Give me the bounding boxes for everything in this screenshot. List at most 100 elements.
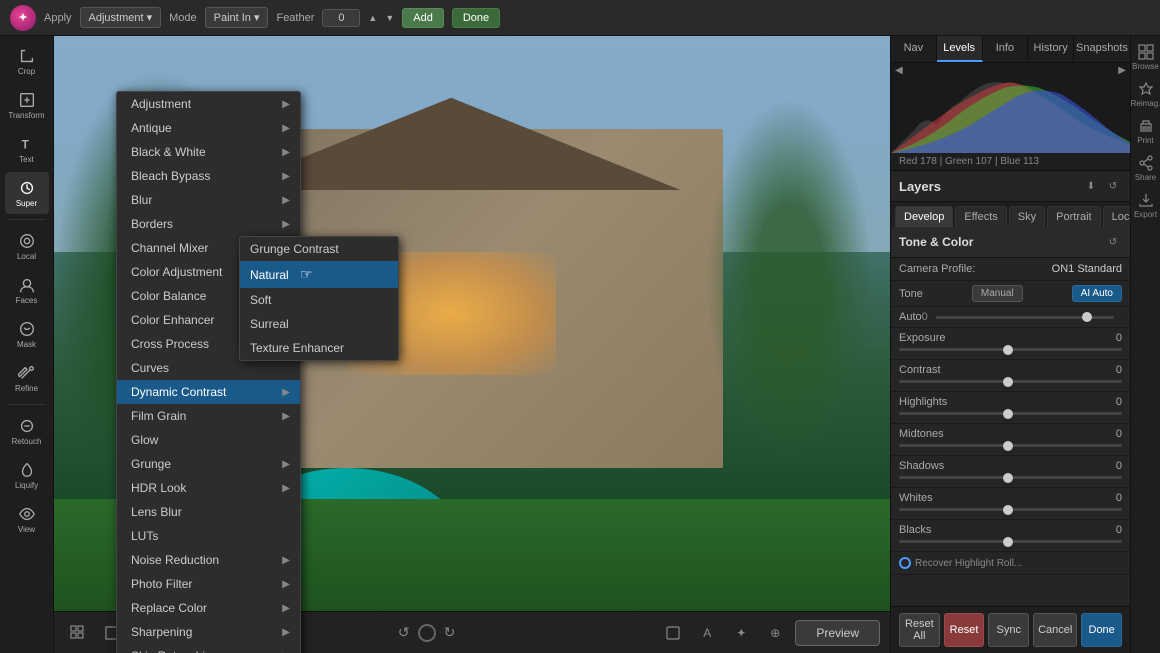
cancel-button[interactable]: Cancel xyxy=(1033,613,1077,647)
tool-refine[interactable]: Refine xyxy=(5,357,49,399)
tool-crop[interactable]: Crop xyxy=(5,40,49,82)
blacks-thumb[interactable] xyxy=(1003,537,1013,547)
blacks-slider[interactable] xyxy=(899,540,1122,543)
whites-thumb[interactable] xyxy=(1003,505,1013,515)
auto-row: Auto 0 xyxy=(891,307,1130,328)
menu-item-dynamic-contrast[interactable]: Dynamic Contrast ▶ xyxy=(117,380,300,404)
bottom-star-btn[interactable]: ✦ xyxy=(727,619,755,647)
bottom-brush-btn[interactable]: ⊕ xyxy=(761,619,789,647)
midtones-slider[interactable] xyxy=(899,444,1122,447)
tool-view[interactable]: View xyxy=(5,498,49,540)
tab-levels[interactable]: Levels xyxy=(937,36,983,62)
submenu-soft[interactable]: Soft xyxy=(240,288,398,312)
submenu-surreal[interactable]: Surreal xyxy=(240,312,398,336)
submenu-grunge-contrast[interactable]: Grunge Contrast xyxy=(240,237,398,261)
layers-download-icon[interactable]: ⬇ xyxy=(1082,177,1100,195)
preview-button[interactable]: Preview xyxy=(795,620,880,646)
tab-nav[interactable]: Nav xyxy=(891,36,937,62)
menu-item-noise-reduction[interactable]: Noise Reduction ▶ xyxy=(117,548,300,572)
tab-snapshots[interactable]: Snapshots xyxy=(1074,36,1130,62)
undo-icon[interactable]: ↺ xyxy=(398,624,410,641)
menu-item-photo-filter[interactable]: Photo Filter ▶ xyxy=(117,572,300,596)
tool-text[interactable]: T Text xyxy=(5,128,49,170)
menu-item-black-white[interactable]: Black & White ▶ xyxy=(117,140,300,164)
auto-slider-thumb[interactable] xyxy=(1082,312,1092,322)
canvas-area[interactable]: Adjustment ▶ Antique ▶ Black & White ▶ B… xyxy=(54,36,890,653)
contrast-thumb[interactable] xyxy=(1003,377,1013,387)
main-area: Crop Transform T Text Super xyxy=(0,36,1160,653)
tab-develop[interactable]: Develop xyxy=(895,206,953,227)
whites-slider[interactable] xyxy=(899,508,1122,511)
browse-action-btn[interactable]: Browse xyxy=(1133,40,1159,75)
submenu-natural[interactable]: Natural ☞ xyxy=(240,261,398,288)
highlights-thumb[interactable] xyxy=(1003,409,1013,419)
tool-mask[interactable]: Mask xyxy=(5,313,49,355)
manual-button[interactable]: Manual xyxy=(972,285,1023,302)
tone-section-header[interactable]: Tone & Color ↺ xyxy=(891,227,1130,258)
tab-local[interactable]: Local xyxy=(1103,206,1130,227)
layers-refresh-icon[interactable]: ↺ xyxy=(1104,177,1122,195)
sync-button[interactable]: Sync xyxy=(988,613,1029,647)
recover-highlight-toggle[interactable] xyxy=(899,557,911,569)
reset-all-button[interactable]: Reset All xyxy=(899,613,940,647)
export-action-btn[interactable]: Export xyxy=(1133,188,1159,223)
menu-item-hdr-look[interactable]: HDR Look ▶ xyxy=(117,476,300,500)
done-button[interactable]: Done xyxy=(452,8,500,28)
menu-item-borders[interactable]: Borders ▶ xyxy=(117,212,300,236)
tab-sky[interactable]: Sky xyxy=(1009,206,1045,227)
dynamic-contrast-submenu[interactable]: Grunge Contrast Natural ☞ Soft Surreal T… xyxy=(239,236,399,361)
menu-item-luts[interactable]: LUTs xyxy=(117,524,300,548)
ai-auto-button[interactable]: AI Auto xyxy=(1072,285,1122,302)
context-menu[interactable]: Adjustment ▶ Antique ▶ Black & White ▶ B… xyxy=(116,91,301,653)
tool-retouch[interactable]: Retouch xyxy=(5,410,49,452)
shadows-thumb[interactable] xyxy=(1003,473,1013,483)
tab-info[interactable]: Info xyxy=(983,36,1029,62)
feather-input[interactable] xyxy=(322,9,360,27)
highlights-slider[interactable] xyxy=(899,412,1122,415)
reset-button[interactable]: Reset xyxy=(944,613,985,647)
menu-item-blur[interactable]: Blur ▶ xyxy=(117,188,300,212)
redo-icon[interactable]: ↻ xyxy=(444,624,456,641)
bottom-mask-btn[interactable] xyxy=(659,619,687,647)
adjustment-dropdown[interactable]: Adjustment ▾ xyxy=(80,7,162,28)
shadows-slider[interactable] xyxy=(899,476,1122,479)
tab-history[interactable]: History xyxy=(1028,36,1074,62)
bottom-grid-btn[interactable] xyxy=(64,619,92,647)
menu-item-antique[interactable]: Antique ▶ xyxy=(117,116,300,140)
exposure-slider[interactable] xyxy=(899,348,1122,351)
canvas-center-dot[interactable] xyxy=(418,624,436,642)
paint-in-dropdown[interactable]: Paint In ▾ xyxy=(205,7,269,28)
menu-item-grunge[interactable]: Grunge ▶ xyxy=(117,452,300,476)
tool-transform[interactable]: Transform xyxy=(5,84,49,126)
print-action-btn[interactable]: Print xyxy=(1133,114,1159,149)
done-final-button[interactable]: Done xyxy=(1081,613,1122,647)
menu-item-bleach-bypass[interactable]: Bleach Bypass ▶ xyxy=(117,164,300,188)
feather-stepper-down[interactable]: ▼ xyxy=(385,13,394,23)
midtones-thumb[interactable] xyxy=(1003,441,1013,451)
submenu-texture-enhancer[interactable]: Texture Enhancer xyxy=(240,336,398,360)
reimagine-action-btn[interactable]: Reimag. xyxy=(1133,77,1159,112)
histogram-right-arrow[interactable]: ▶ xyxy=(1118,65,1126,76)
tool-liquify[interactable]: Liquify xyxy=(5,454,49,496)
menu-item-lens-blur[interactable]: Lens Blur xyxy=(117,500,300,524)
menu-item-skin-retouching[interactable]: Skin Retouching ▶ xyxy=(117,644,300,653)
tool-local[interactable]: Local xyxy=(5,225,49,267)
bottom-text-btn[interactable]: A xyxy=(693,619,721,647)
auto-slider[interactable] xyxy=(936,316,1114,319)
tab-effects[interactable]: Effects xyxy=(955,206,1006,227)
histogram-left-arrow[interactable]: ◀ xyxy=(895,65,903,76)
tone-reset-icon[interactable]: ↺ xyxy=(1104,233,1122,251)
add-button[interactable]: Add xyxy=(402,8,444,28)
menu-item-film-grain[interactable]: Film Grain ▶ xyxy=(117,404,300,428)
menu-item-adjustment[interactable]: Adjustment ▶ xyxy=(117,92,300,116)
tool-super[interactable]: Super xyxy=(5,172,49,214)
menu-item-glow[interactable]: Glow xyxy=(117,428,300,452)
tab-portrait[interactable]: Portrait xyxy=(1047,206,1100,227)
tool-faces[interactable]: Faces xyxy=(5,269,49,311)
contrast-slider[interactable] xyxy=(899,380,1122,383)
feather-stepper-up[interactable]: ▲ xyxy=(368,13,377,23)
exposure-thumb[interactable] xyxy=(1003,345,1013,355)
share-action-btn[interactable]: Share xyxy=(1133,151,1159,186)
menu-item-replace-color[interactable]: Replace Color ▶ xyxy=(117,596,300,620)
menu-item-sharpening[interactable]: Sharpening ▶ xyxy=(117,620,300,644)
